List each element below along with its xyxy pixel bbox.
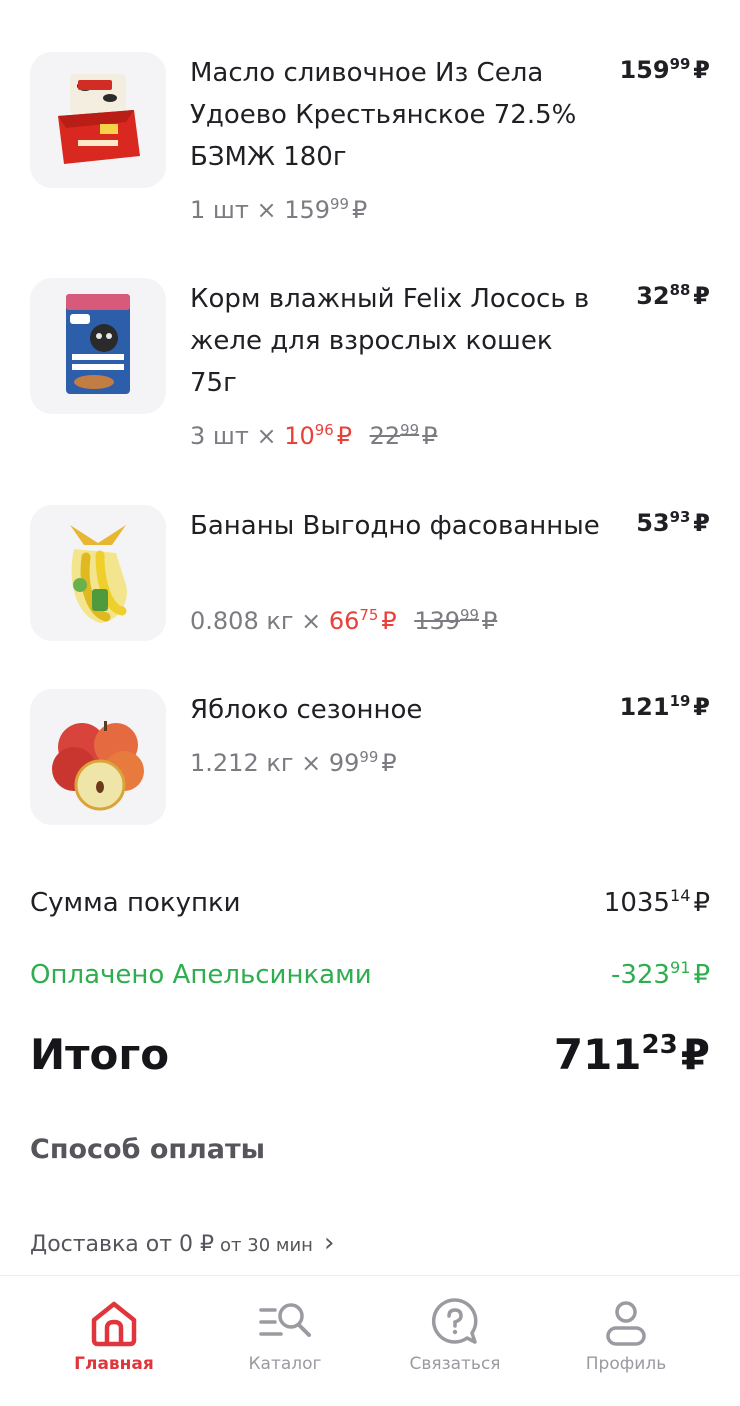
product-image <box>30 505 166 641</box>
old-price-int: 22 <box>369 422 401 450</box>
catalog-search-icon <box>259 1303 311 1337</box>
currency: ₽ <box>693 509 710 537</box>
currency: ₽ <box>693 960 710 990</box>
currency: ₽ <box>351 196 368 224</box>
old-price-frac: 99 <box>460 605 479 624</box>
unit-price: 15999 ₽ <box>284 194 368 224</box>
price-frac: 93 <box>669 507 691 526</box>
unit-price-frac: 96 <box>314 420 334 439</box>
butter-pack-icon <box>58 74 140 164</box>
item-total-price: 15999 ₽ <box>619 54 710 84</box>
product-name: Корм влажный Felix Лосось в желе для взр… <box>190 284 590 398</box>
sale-unit-price: 6675 ₽ <box>328 605 397 635</box>
total-int: 711 <box>553 1030 642 1079</box>
unit-price-frac: 99 <box>330 194 349 213</box>
quantity: 1 шт × <box>190 196 277 224</box>
price-int: 53 <box>636 509 670 537</box>
bonus-paid-label: Оплачено Апельсинками <box>30 960 372 990</box>
currency: ₽ <box>693 282 710 310</box>
old-price: 13999 ₽ <box>414 605 498 635</box>
bonus-int: -323 <box>610 960 670 990</box>
old-price-int: 139 <box>414 607 461 635</box>
total-frac: 23 <box>641 1029 678 1060</box>
product-name: Бананы Выгодно фасованные <box>190 511 600 541</box>
payment-method-title: Способ оплаты <box>30 1134 266 1165</box>
bonus-paid-value: -32391 ₽ <box>610 958 710 990</box>
delivery-link[interactable]: Доставка от 0 ₽ от 30 мин › <box>30 1228 334 1258</box>
sale-unit-price: 1096 ₽ <box>284 420 352 450</box>
price-frac: 99 <box>669 54 691 73</box>
tab-home[interactable]: Главная <box>29 1276 199 1406</box>
sum-frac: 14 <box>669 886 691 906</box>
delivery-text: Доставка от 0 ₽ <box>30 1232 215 1257</box>
product-image <box>30 278 166 414</box>
unit-price-int: 99 <box>328 749 360 777</box>
old-price-frac: 99 <box>400 420 420 439</box>
item-total-price: 5393 ₽ <box>636 507 710 537</box>
currency: ₽ <box>680 1030 710 1079</box>
quantity-line: 3 шт × 1096 ₽ 2299 ₽ <box>190 420 438 450</box>
price-frac: 88 <box>669 280 691 299</box>
profile-icon <box>606 1301 646 1346</box>
apples-icon <box>52 721 144 811</box>
bottom-tab-bar: Главная Каталог Связаться Профиль <box>0 1275 740 1406</box>
currency: ₽ <box>381 749 397 777</box>
quantity: 3 шт × <box>190 422 277 450</box>
quantity-line: 1 шт × 15999 ₽ <box>190 194 368 224</box>
unit-price-frac: 75 <box>359 605 379 624</box>
home-icon <box>91 1301 137 1347</box>
product-name: Яблоко сезонное <box>190 695 423 725</box>
currency: ₽ <box>481 607 498 635</box>
quantity: 0.808 кг × <box>190 607 322 635</box>
quantity-line: 1.212 кг × 9999 ₽ <box>190 747 397 777</box>
help-chat-icon <box>431 1298 478 1344</box>
unit-price-int: 159 <box>284 196 331 224</box>
tab-label: Главная <box>74 1354 154 1374</box>
tab-label: Каталог <box>248 1354 322 1374</box>
unit-price-frac: 99 <box>359 747 379 766</box>
unit-price-int: 66 <box>328 607 360 635</box>
currency: ₽ <box>381 607 397 635</box>
unit-price: 9999 ₽ <box>328 747 397 777</box>
product-name: Масло сливочное Из Села Удоево Крестьянс… <box>190 58 577 172</box>
currency: ₽ <box>693 56 710 84</box>
tab-label: Связаться <box>409 1354 501 1374</box>
quantity: 1.212 кг × <box>190 749 322 777</box>
tab-profile[interactable]: Профиль <box>541 1276 711 1406</box>
currency: ₽ <box>422 422 438 450</box>
purchase-sum-label: Сумма покупки <box>30 888 241 918</box>
tab-label: Профиль <box>585 1354 667 1374</box>
purchase-sum-value: 103514 ₽ <box>603 886 710 918</box>
product-image <box>30 52 166 188</box>
currency: ₽ <box>693 888 710 918</box>
item-total-price: 12119 ₽ <box>619 691 710 721</box>
delivery-time: от 30 мин <box>220 1235 313 1256</box>
price-int: 121 <box>619 693 670 721</box>
total-value: 71123₽ <box>554 1030 710 1079</box>
quantity-line: 0.808 кг × 6675 ₽ 13999 ₽ <box>190 605 498 635</box>
bananas-icon <box>70 525 127 623</box>
price-int: 32 <box>636 282 670 310</box>
currency: ₽ <box>693 693 710 721</box>
price-frac: 19 <box>669 691 691 710</box>
product-image <box>30 689 166 825</box>
sum-int: 1035 <box>603 888 670 918</box>
currency: ₽ <box>336 422 352 450</box>
tab-contact[interactable]: Связаться <box>370 1276 540 1406</box>
item-total-price: 3288 ₽ <box>636 280 710 310</box>
price-int: 159 <box>619 56 670 84</box>
tab-catalog[interactable]: Каталог <box>200 1276 370 1406</box>
old-price: 2299 ₽ <box>369 420 438 450</box>
unit-price-int: 10 <box>284 422 315 450</box>
total-label: Итого <box>30 1030 170 1079</box>
bonus-frac: 91 <box>669 958 691 978</box>
chevron-right-icon: › <box>323 1228 335 1258</box>
cat-food-pouch-icon <box>66 294 130 394</box>
